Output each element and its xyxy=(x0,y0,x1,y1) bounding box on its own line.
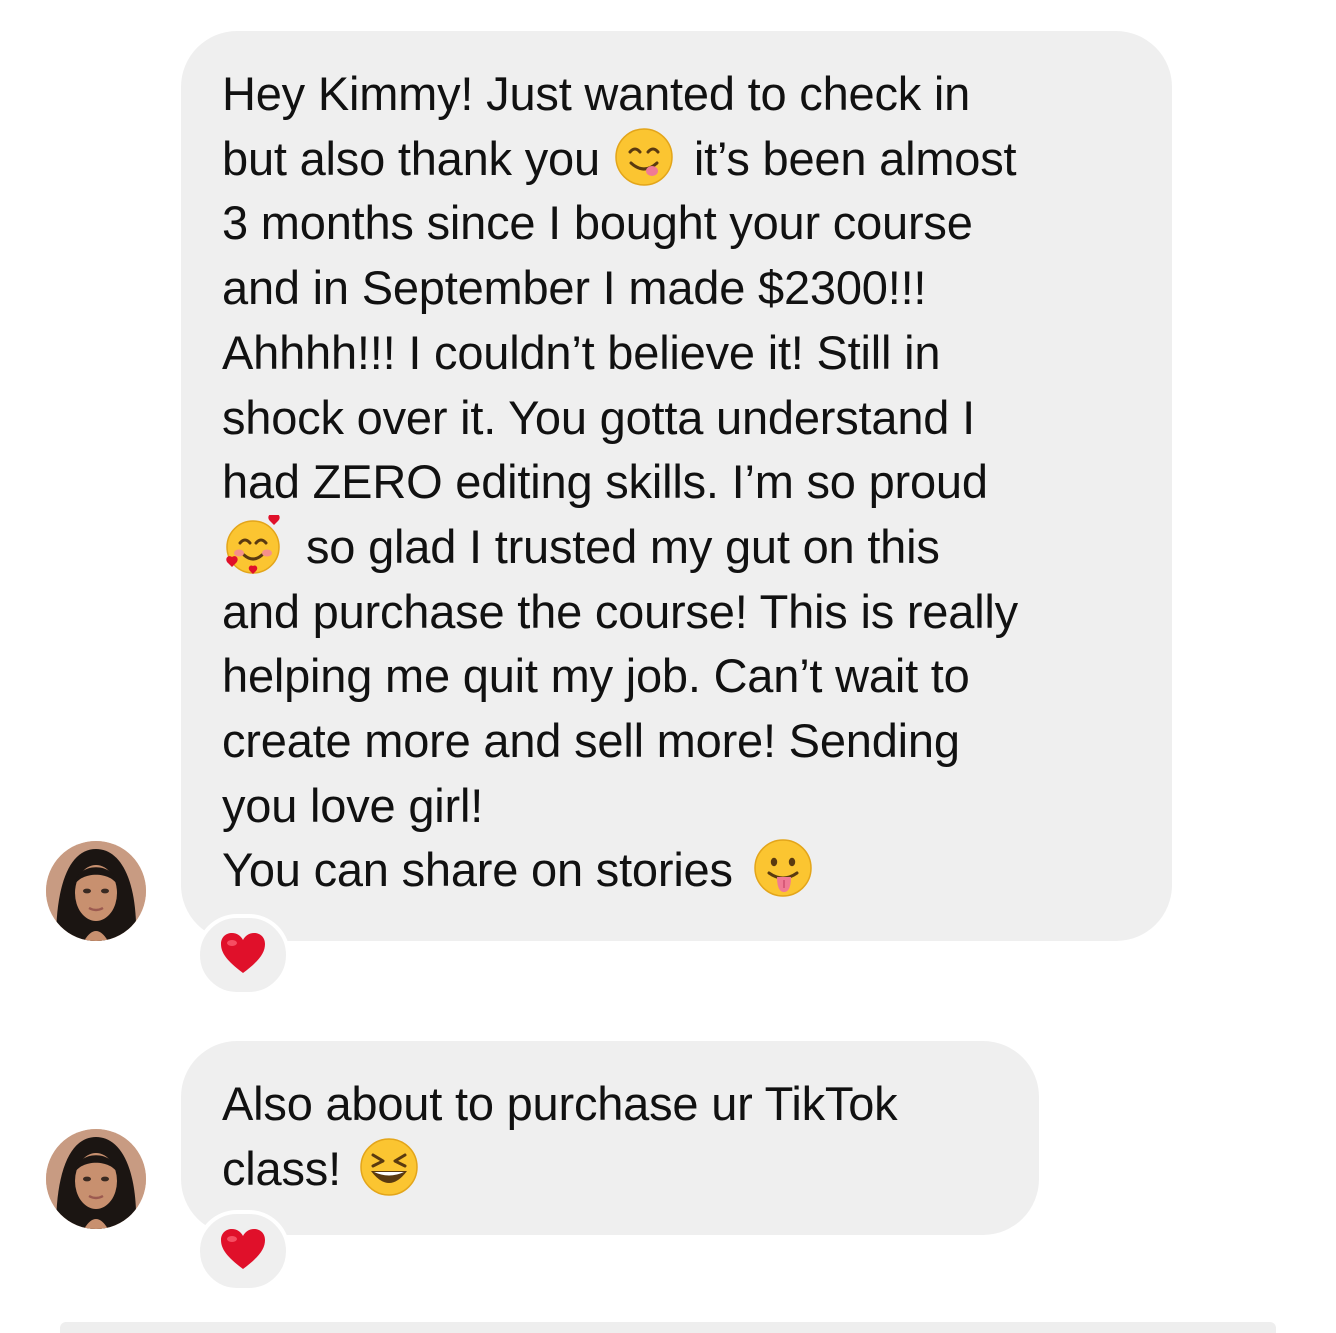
heart-reaction[interactable] xyxy=(196,914,290,996)
grinning-squinting-face-emoji-icon xyxy=(359,1137,419,1197)
message-line: create more and sell more! Sending xyxy=(222,714,960,768)
message-line: so glad I trusted my gut on this xyxy=(222,514,1132,580)
message-line: shock over it. You gotta understand I xyxy=(222,390,975,444)
heart-emoji-icon xyxy=(219,931,267,980)
sender-avatar[interactable] xyxy=(46,1129,146,1229)
sender-avatar[interactable] xyxy=(46,841,146,941)
dm-thread: Hey Kimmy! Just wanted to check in but a… xyxy=(0,0,1336,1333)
message-line: had ZERO editing skills. I’m so proud xyxy=(222,455,988,509)
smiling-face-with-hearts-emoji-icon xyxy=(222,514,282,575)
message-line: Hey Kimmy! Just wanted to check in xyxy=(222,67,971,120)
message-line: class! xyxy=(222,1137,999,1202)
next-message-edge xyxy=(60,1322,1276,1333)
message-bubble[interactable]: Hey Kimmy! Just wanted to check in but a… xyxy=(181,31,1172,941)
message-line: you love girl! xyxy=(222,778,484,832)
message-line: and in September I made $2300!!! xyxy=(222,261,927,315)
message-line: 3 months since I bought your course xyxy=(222,196,973,250)
face-with-tongue-emoji-icon xyxy=(753,838,813,898)
message-line: helping me quit my job. Can’t wait to xyxy=(222,649,970,703)
message-line: and purchase the course! This is really xyxy=(222,584,1018,638)
message-line: Also about to purchase ur TikTok xyxy=(222,1077,898,1130)
message-line: You can share on stories xyxy=(222,838,1132,903)
heart-reaction[interactable] xyxy=(196,1210,290,1292)
heart-emoji-icon xyxy=(219,1227,267,1276)
message-line: but also thank you it’s been almost xyxy=(222,127,1132,192)
savoring-face-emoji-icon xyxy=(614,127,674,187)
message-bubble[interactable]: Also about to purchase ur TikTok class! xyxy=(181,1041,1039,1235)
message-line: Ahhhh!!! I couldn’t believe it! Still in xyxy=(222,325,941,379)
